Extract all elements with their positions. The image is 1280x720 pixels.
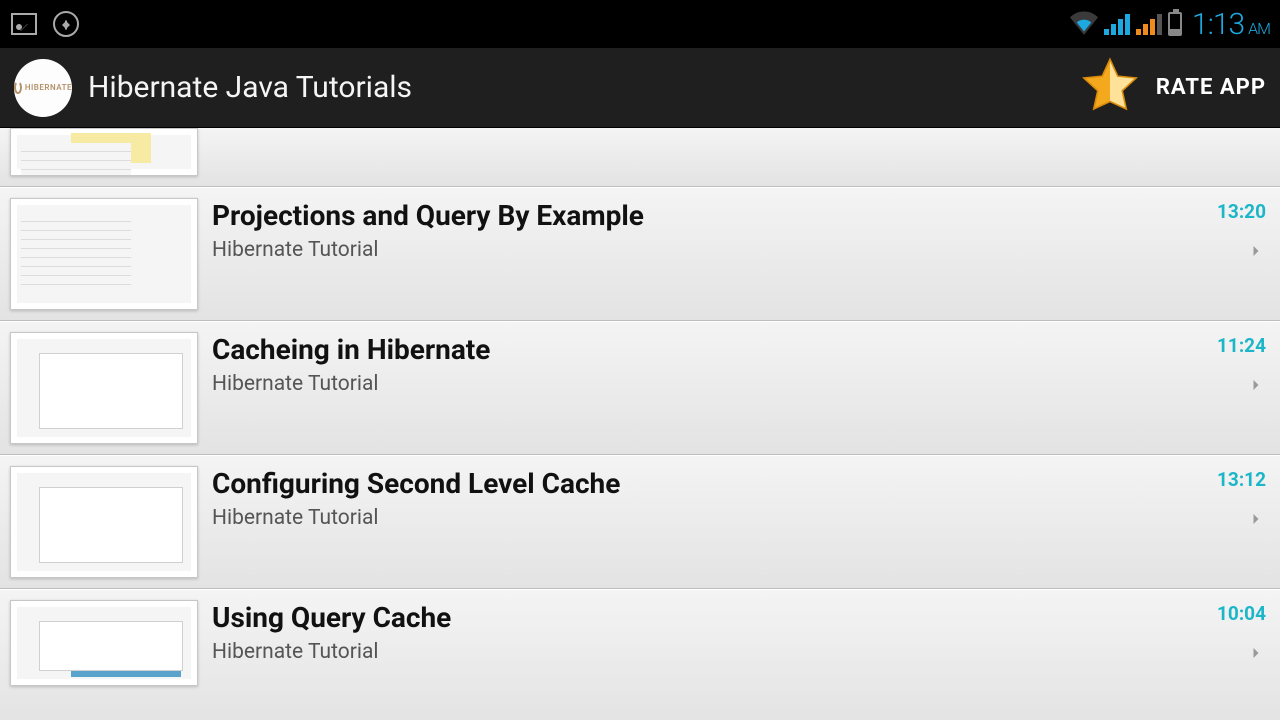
list-item[interactable]: Configuring Second Level Cache Hibernate… [0,455,1280,589]
action-bar: HIBERNATE Hibernate Java Tutorials RATE … [0,48,1280,128]
list-item-title: Using Query Cache [212,602,1182,634]
rate-app-button[interactable]: RATE APP [1078,54,1266,122]
app-icon-label: HIBERNATE [25,83,72,92]
wifi-icon [1070,8,1098,40]
chevron-right-icon [1246,509,1266,533]
list-item-right: 13:20 [1196,198,1266,265]
duration-label: 10:04 [1217,602,1266,625]
list-item-subtitle: Hibernate Tutorial [212,238,1182,262]
chevron-right-icon [1246,375,1266,399]
status-clock: 1:13 AM [1192,7,1270,42]
video-thumbnail [10,198,198,310]
video-thumbnail [10,600,198,686]
list-item-subtitle: Hibernate Tutorial [212,372,1182,396]
clock-ampm: AM [1248,19,1270,38]
list-item-subtitle: Hibernate Tutorial [212,640,1182,664]
battery-icon [1168,12,1182,36]
star-icon [1078,54,1142,122]
list-item[interactable]: Projections and Query By Example Hiberna… [0,187,1280,321]
signal-1-icon [1104,13,1130,35]
duration-label: 13:12 [1217,468,1266,491]
list-item-title: Projections and Query By Example [212,200,1182,232]
status-notification-area [10,10,80,38]
list-item[interactable]: Using Query Cache Hibernate Tutorial 10:… [0,589,1280,720]
list-item-right [1196,128,1266,130]
clock-time: 1:13 [1192,7,1244,42]
app-icon[interactable]: HIBERNATE [14,59,72,117]
video-thumbnail [10,466,198,578]
rate-app-label: RATE APP [1156,75,1266,100]
list-item-body: Configuring Second Level Cache Hibernate… [212,466,1182,530]
list-item-right: 10:04 [1196,600,1266,667]
signal-2-icon [1136,13,1162,35]
list-item[interactable] [0,128,1280,187]
list-item-title: Cacheing in Hibernate [212,334,1182,366]
list-item-right: 11:24 [1196,332,1266,399]
list-item-body: Projections and Query By Example Hiberna… [212,198,1182,262]
list-item-subtitle: Hibernate Tutorial [212,506,1182,530]
duration-label: 13:20 [1217,200,1266,223]
list-item-title: Configuring Second Level Cache [212,468,1182,500]
list-item-right: 13:12 [1196,466,1266,533]
chevron-right-icon [1246,241,1266,265]
action-bar-left: HIBERNATE Hibernate Java Tutorials [14,59,412,117]
list-item[interactable]: Cacheing in Hibernate Hibernate Tutorial… [0,321,1280,455]
list-item-body: Using Query Cache Hibernate Tutorial [212,600,1182,664]
page-title: Hibernate Java Tutorials [88,70,412,105]
chevron-right-icon [1246,643,1266,667]
video-thumbnail [10,332,198,444]
picture-icon [10,10,38,38]
video-thumbnail [10,128,198,176]
duration-label: 11:24 [1217,334,1266,357]
status-system-area: 1:13 AM [1070,7,1270,42]
list-item-body [212,128,1182,130]
sync-icon [52,10,80,38]
status-bar: 1:13 AM [0,0,1280,48]
tutorial-list[interactable]: Projections and Query By Example Hiberna… [0,128,1280,720]
list-item-body: Cacheing in Hibernate Hibernate Tutorial [212,332,1182,396]
